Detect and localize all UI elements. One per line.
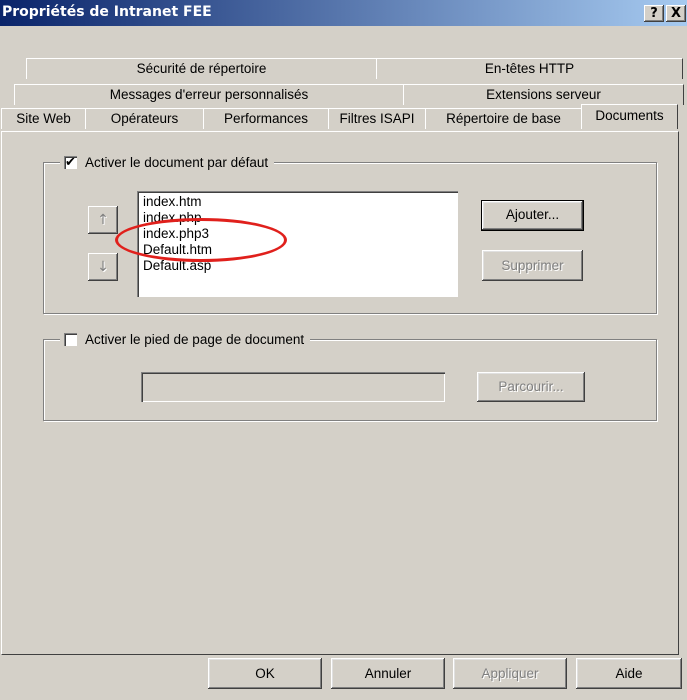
browse-button[interactable]: Parcourir... [477,372,585,402]
title-bar: Propriétés de Intranet FEE ? X [0,0,687,26]
close-icon[interactable]: X [666,5,686,22]
tab-messages-erreur[interactable]: Messages d'erreur personnalisés [14,84,404,105]
remove-button[interactable]: Supprimer [482,250,583,281]
help-button[interactable]: Aide [576,658,682,689]
tab-performances[interactable]: Performances [203,108,329,129]
tab-documents[interactable]: Documents [581,104,678,129]
default-document-checkbox[interactable]: ✔ [64,155,77,169]
list-item[interactable]: index.htm [137,194,458,210]
footer-document-legend: Activer le pied de page de document [60,330,311,348]
footer-document-checkbox[interactable] [64,332,77,346]
window-title: Propriétés de Intranet FEE [2,4,212,20]
tab-site-web[interactable]: Site Web [1,108,86,129]
tab-securite-repertoire[interactable]: Sécurité de répertoire [26,58,377,79]
tab-extensions-serveur[interactable]: Extensions serveur [403,84,684,105]
tab-operateurs[interactable]: Opérateurs [85,108,204,129]
default-document-label[interactable]: Activer le document par défaut [85,155,268,170]
apply-button[interactable]: Appliquer [453,658,567,689]
footer-document-label[interactable]: Activer le pied de page de document [85,332,304,347]
default-document-legend: ✔ Activer le document par défaut [60,153,275,171]
footer-path-field[interactable] [141,372,445,402]
tab-filtres-isapi[interactable]: Filtres ISAPI [328,108,426,129]
ok-button[interactable]: OK [208,658,322,689]
move-up-arrow-icon[interactable]: ↑ [88,206,118,234]
tab-en-tetes-http[interactable]: En-têtes HTTP [376,58,683,79]
annotation-ellipse [115,218,287,262]
cancel-button[interactable]: Annuler [331,658,445,689]
move-down-arrow-icon[interactable]: ↓ [88,253,118,281]
help-icon[interactable]: ? [644,5,664,22]
add-button[interactable]: Ajouter... [481,200,584,231]
tab-repertoire-de-base[interactable]: Répertoire de base [425,108,582,129]
